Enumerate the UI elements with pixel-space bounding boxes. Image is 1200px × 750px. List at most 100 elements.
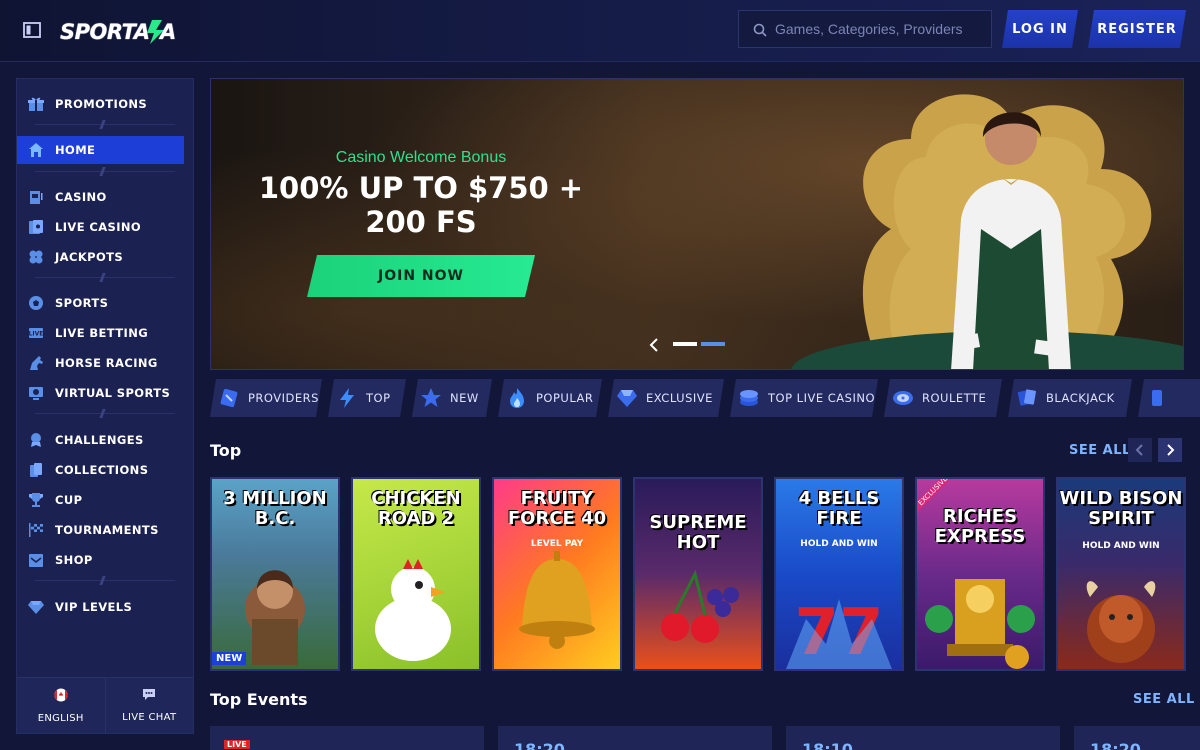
chevron-left-icon[interactable]: [649, 337, 659, 352]
category-popular[interactable]: POPULAR: [498, 379, 602, 417]
game-title: FRUITY FORCE 40: [507, 488, 607, 529]
sidebar-item-casino[interactable]: CASINO: [17, 183, 193, 211]
game-title: RICHES EXPRESS: [934, 506, 1026, 547]
soccer-ball-icon: [28, 295, 44, 311]
game-card[interactable]: 3 MILLION B.C. NEW: [210, 477, 340, 671]
sidebar-item-label: LIVE CASINO: [55, 220, 142, 234]
logo[interactable]: SPORTA A: [60, 14, 176, 48]
language-selector[interactable]: ENGLISH: [17, 678, 106, 733]
sidebar-item-label: CUP: [55, 493, 83, 507]
sidebar-item-live-betting[interactable]: LIVE LIVE BETTING: [17, 319, 193, 347]
sidebar-item-challenges[interactable]: CHALLENGES: [17, 426, 193, 454]
sidebar-item-promotions[interactable]: PROMOTIONS: [17, 90, 193, 118]
game-card[interactable]: WILD BISON SPIRIT HOLD AND WIN: [1056, 477, 1186, 671]
sidebar-item-label: HOME: [55, 143, 96, 157]
sidebar-item-cup[interactable]: CUP: [17, 486, 193, 514]
language-label: ENGLISH: [37, 712, 84, 724]
sidebar-item-shop[interactable]: SHOP: [17, 546, 193, 574]
chips-icon: [738, 387, 760, 409]
sidebar-item-label: VIRTUAL SPORTS: [55, 386, 171, 400]
category-bar: PROVIDERS TOP NEW POPULAR EXCLUSIVE TOP …: [210, 379, 1200, 417]
cards-icon: [28, 462, 44, 478]
live-chat-button[interactable]: LIVE CHAT: [106, 678, 194, 733]
sidebar-item-home[interactable]: HOME: [17, 136, 184, 164]
divider: [35, 413, 175, 414]
join-now-button[interactable]: JOIN NOW: [307, 255, 535, 297]
category-label: PROVIDERS: [248, 391, 319, 405]
chevron-right-icon[interactable]: [1158, 438, 1182, 462]
game-card[interactable]: RICHES EXPRESS EXCLUSIVE: [915, 477, 1045, 671]
sidebar-item-label: TOURNAMENTS: [55, 523, 159, 537]
sidebar-item-virtual-sports[interactable]: VIRTUAL SPORTS: [17, 379, 193, 407]
game-card[interactable]: SUPREME HOT: [633, 477, 763, 671]
event-time: 18:20: [514, 740, 565, 750]
sidebar-item-collections[interactable]: COLLECTIONS: [17, 456, 193, 484]
category-top-live-casino[interactable]: TOP LIVE CASINO: [730, 379, 878, 417]
sidebar-item-horse-racing[interactable]: HORSE RACING: [17, 349, 193, 377]
event-card[interactable]: LIVE: [210, 726, 484, 750]
roulette-icon: [892, 387, 914, 409]
game-subtitle: LEVEL PAY: [530, 539, 584, 549]
sidebar-item-jackpots[interactable]: JACKPOTS: [17, 243, 193, 271]
carousel-dot[interactable]: [673, 342, 697, 346]
carousel-controls: [649, 337, 729, 352]
canada-flag-icon: [54, 688, 68, 705]
sidebar-toggle-icon[interactable]: [22, 20, 42, 40]
chevron-left-icon[interactable]: [1128, 438, 1152, 462]
sidebar-item-tournaments[interactable]: TOURNAMENTS: [17, 516, 193, 544]
game-card[interactable]: FRUITY FORCE 40 LEVEL PAY: [492, 477, 622, 671]
game-title: 3 MILLION B.C.: [223, 488, 327, 529]
virtual-sports-icon: [28, 385, 44, 401]
category-top[interactable]: TOP: [328, 379, 406, 417]
trophy-icon: [28, 492, 44, 508]
cards-icon: [1016, 387, 1038, 409]
sidebar-item-sports[interactable]: SPORTS: [17, 289, 193, 317]
flame-icon: [506, 387, 528, 409]
register-button[interactable]: REGISTER: [1088, 10, 1186, 48]
gift-icon: [28, 96, 44, 112]
sidebar-item-label: CASINO: [55, 190, 107, 204]
sidebar-item-vip-levels[interactable]: VIP LEVELS: [17, 593, 193, 621]
svg-text:SPORTA: SPORTA: [60, 20, 150, 44]
divider: [35, 580, 175, 581]
sidebar-item-live-casino[interactable]: LIVE CASINO: [17, 213, 193, 241]
search-box[interactable]: [738, 10, 992, 48]
search-input[interactable]: [775, 21, 985, 37]
category-label: NEW: [450, 391, 479, 405]
category-label: TOP: [366, 391, 391, 405]
category-roulette[interactable]: ROULETTE: [884, 379, 1002, 417]
live-icon: LIVE: [28, 325, 44, 341]
category-exclusive[interactable]: EXCLUSIVE: [608, 379, 724, 417]
carousel-dot-active[interactable]: [701, 342, 725, 346]
see-all-events-link[interactable]: SEE ALL: [1133, 692, 1195, 707]
game-card[interactable]: 77 4 BELLS FIRE HOLD AND WIN: [774, 477, 904, 671]
dealer-illustration: [791, 94, 1183, 369]
sidebar: PROMOTIONS HOME CASINO LIVE CASINO JACKP…: [16, 78, 194, 734]
event-card[interactable]: 18:20: [1074, 726, 1200, 750]
category-providers[interactable]: PROVIDERS: [210, 379, 322, 417]
search-icon: [753, 22, 767, 37]
login-button[interactable]: LOG IN: [1002, 10, 1078, 48]
chat-icon: [142, 688, 156, 704]
hero-title: 100% UP TO $750 + 200 FS: [258, 171, 584, 239]
event-card[interactable]: 18:10: [786, 726, 1060, 750]
see-all-top-link[interactable]: SEE ALL: [1069, 443, 1131, 458]
sidebar-item-label: SHOP: [55, 553, 93, 567]
new-badge: NEW: [212, 652, 247, 665]
svg-text:A: A: [158, 20, 176, 44]
category-new[interactable]: NEW: [412, 379, 492, 417]
game-card[interactable]: CHICKEN ROAD 2: [351, 477, 481, 671]
event-time: 18:20: [1090, 740, 1141, 750]
star-icon: [420, 387, 442, 409]
category-more[interactable]: [1138, 379, 1200, 417]
diamond-icon: [616, 387, 638, 409]
horse-icon: [28, 355, 44, 371]
hero-banner[interactable]: Casino Welcome Bonus 100% UP TO $750 + 2…: [210, 78, 1184, 370]
category-blackjack[interactable]: BLACKJACK: [1008, 379, 1132, 417]
game-title: CHICKEN ROAD 2: [371, 488, 461, 529]
home-icon: [28, 142, 44, 158]
game-thumbnail: [635, 479, 761, 669]
games-row: 3 MILLION B.C. NEW CHICKEN ROAD 2 FRUITY…: [210, 477, 1200, 671]
svg-text:LIVE: LIVE: [29, 331, 44, 338]
event-card[interactable]: 18:20: [498, 726, 772, 750]
